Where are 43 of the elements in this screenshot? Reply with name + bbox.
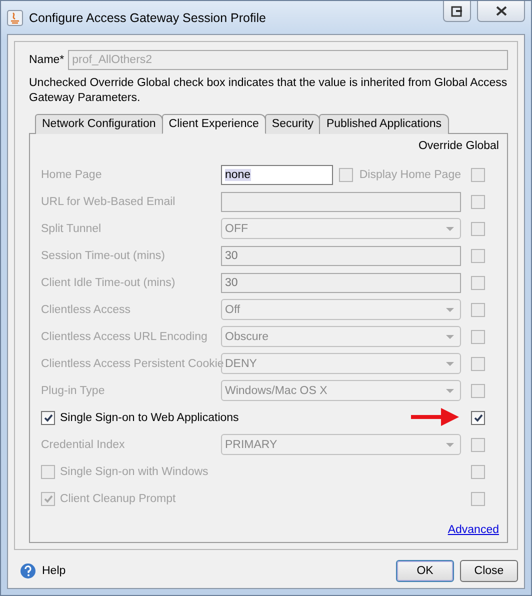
- check-icon: [44, 414, 52, 422]
- help-icon: [20, 563, 36, 579]
- tab[interactable]: Published Applications: [319, 114, 449, 134]
- field-label: Home Page: [41, 168, 102, 180]
- check-icon: [44, 494, 52, 502]
- column-header: Override Global: [418, 140, 499, 152]
- checkbox[interactable]: [41, 410, 55, 424]
- caret-icon: [446, 388, 454, 392]
- info-text: Unchecked Override Global check box indicates that the value is inherited from Global Access Gateway Parameters.: [29, 76, 508, 106]
- field-label: Clientless Access Persistent Cookie: [41, 358, 224, 370]
- checkbox-label: Single Sign-on with Windows: [60, 466, 208, 478]
- restore-icon: [451, 6, 463, 16]
- restore-button[interactable]: [443, 1, 471, 22]
- advanced-link[interactable]: Advanced: [448, 524, 499, 536]
- app-icon: [7, 10, 23, 26]
- close-icon: [496, 6, 506, 16]
- window-title: Configure Access Gateway Session Profile: [29, 10, 267, 24]
- field-label: Plug-in Type: [41, 384, 105, 396]
- field-label: Session Time-out (mins): [41, 250, 165, 262]
- field-label: Name*: [29, 54, 64, 66]
- close-button[interactable]: Close: [460, 560, 518, 582]
- caret-icon: [446, 362, 454, 366]
- field-label: Clientless Access: [41, 304, 130, 316]
- field-label: URL for Web-Based Email: [41, 196, 176, 208]
- field-label: Split Tunnel: [41, 222, 102, 234]
- caret-icon: [446, 334, 454, 338]
- check-icon: [474, 414, 482, 422]
- ok-button[interactable]: OK: [396, 560, 454, 582]
- checkbox-label: Client Cleanup Prompt: [60, 492, 176, 504]
- field-label: Clientless Access URL Encoding: [41, 330, 208, 342]
- field-label: Credential Index: [41, 438, 125, 450]
- checkbox-label: Display Home Page: [359, 168, 461, 180]
- help-link[interactable]: Help: [20, 563, 390, 579]
- caret-icon: [446, 442, 454, 446]
- tab[interactable]: Network Configuration: [35, 114, 163, 134]
- caret-icon: [446, 308, 454, 312]
- close-button[interactable]: [477, 1, 525, 22]
- checkbox[interactable]: [471, 410, 485, 424]
- field-label: Client Idle Time-out (mins): [41, 276, 176, 288]
- tab[interactable]: Client Experience: [162, 114, 266, 134]
- tab[interactable]: Security: [264, 114, 320, 134]
- checkbox-label: Single Sign-on to Web Applications: [60, 412, 239, 424]
- caret-icon: [446, 226, 454, 230]
